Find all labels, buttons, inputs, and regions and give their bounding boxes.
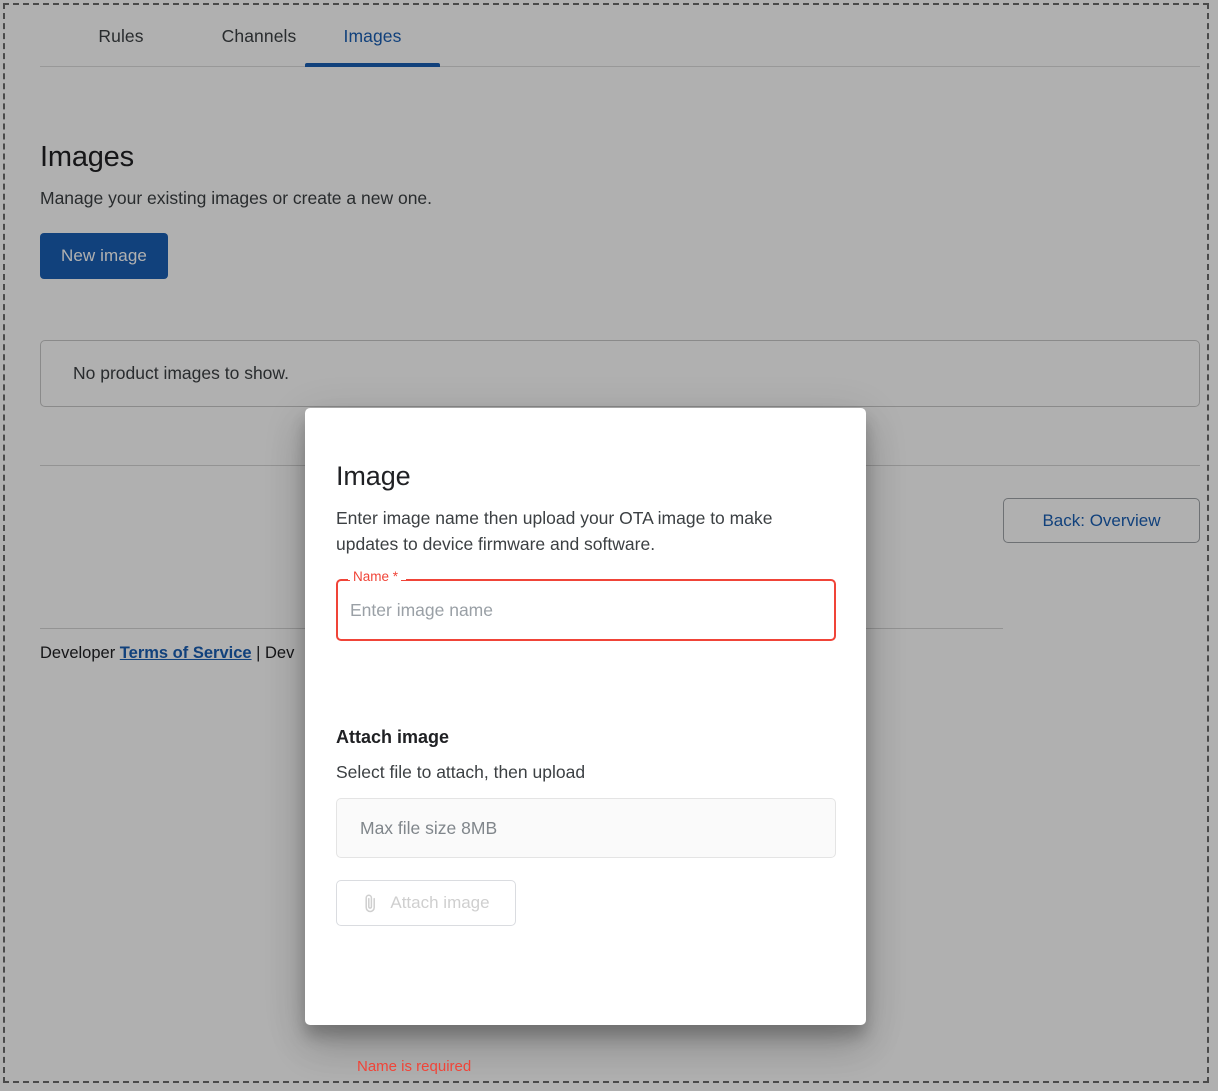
name-error-message: Name is required <box>357 1058 472 1075</box>
attach-image-subheading: Select file to attach, then upload <box>336 761 586 782</box>
file-size-hint: Max file size 8MB <box>360 817 498 838</box>
attach-image-heading: Attach image <box>336 727 450 747</box>
name-field[interactable]: Name * <box>336 569 836 641</box>
dialog-description: Enter image name then upload your OTA im… <box>336 507 773 554</box>
attach-image-button[interactable]: Attach image <box>336 880 516 926</box>
image-dialog: Image Enter image name then upload your … <box>305 408 866 1075</box>
dialog-title: Image <box>336 461 411 492</box>
name-input[interactable] <box>338 581 834 639</box>
paperclip-icon <box>362 894 379 913</box>
attach-image-button-label: Attach image <box>390 893 490 912</box>
file-drop-area[interactable]: Max file size 8MB <box>336 798 836 858</box>
